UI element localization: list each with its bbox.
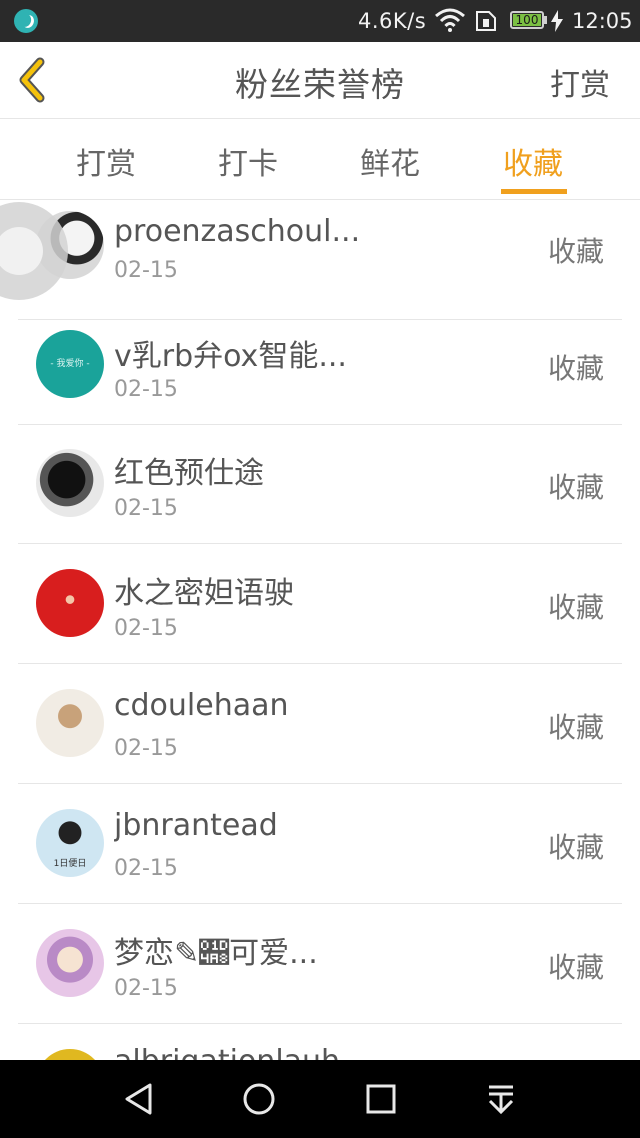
back-triangle-icon[interactable] (122, 1082, 156, 1116)
avatar (36, 929, 104, 997)
home-circle-icon[interactable] (242, 1082, 276, 1116)
user-name: jbnrantead (114, 808, 278, 843)
notification-pull-down-icon[interactable] (484, 1082, 518, 1116)
avatar (36, 449, 104, 517)
sim-icon (476, 11, 496, 31)
tab-bar: 打赏 打卡 鲜花 收藏 (0, 119, 640, 200)
network-speed: 4.6K/s (358, 9, 427, 33)
favorite-label[interactable]: 收藏 (548, 466, 604, 506)
tab-checkin[interactable]: 打卡 (198, 139, 298, 183)
list-item[interactable]: - 我爱你 - v乳rb弁ox智能... 02-15 收藏 (18, 305, 622, 425)
battery-icon: 100 (510, 11, 544, 29)
header: 粉丝荣誉榜 打赏 (0, 42, 640, 119)
date: 02-15 (114, 258, 178, 283)
user-name: albrigationlauh (114, 1044, 340, 1060)
favorite-label[interactable]: 收藏 (548, 347, 604, 387)
user-name: 梦恋✎𝒨可爱... (114, 936, 318, 971)
list-item[interactable]: cdoulehaan 02-15 收藏 (18, 664, 622, 784)
list-item[interactable]: albrigationlauh (18, 1024, 622, 1060)
user-name: 水之密妲语驶 (114, 576, 294, 611)
clock: 12:05 (572, 9, 633, 33)
list-item[interactable]: 水之密妲语驶 02-15 收藏 (18, 544, 622, 664)
avatar (36, 689, 104, 757)
user-name: v乳rb弁ox智能... (114, 339, 347, 374)
app-notification-icon (14, 9, 38, 33)
user-name: proenzaschoul... (114, 214, 361, 249)
avatar: - 我爱你 - (36, 330, 104, 398)
tab-flowers[interactable]: 鲜花 (340, 139, 440, 183)
favorite-label[interactable]: 收藏 (548, 946, 604, 986)
navigation-bar (0, 1060, 640, 1138)
tab-reward[interactable]: 打赏 (56, 139, 156, 183)
date: 02-15 (114, 976, 178, 1001)
avatar (36, 569, 104, 637)
user-name: cdoulehaan (114, 688, 289, 723)
list-item[interactable]: proenzaschoul... 02-15 收藏 (18, 200, 622, 320)
user-name: 红色预仕途 (114, 456, 264, 491)
list-item[interactable]: 梦恋✎𝒨可爱... 02-15 收藏 (18, 904, 622, 1024)
wifi-icon (435, 8, 465, 32)
charging-icon (551, 10, 563, 32)
recents-square-icon[interactable] (364, 1082, 398, 1116)
avatar: 1日便日 (36, 809, 104, 877)
date: 02-15 (114, 616, 178, 641)
date: 02-15 (114, 496, 178, 521)
reward-button[interactable]: 打赏 (550, 60, 610, 104)
favorite-label[interactable]: 收藏 (548, 706, 604, 746)
battery-cap (544, 16, 547, 24)
avatar (36, 1049, 104, 1060)
date: 02-15 (114, 377, 178, 402)
date: 02-15 (114, 736, 178, 761)
status-bar: 4.6K/s 100 12:05 (0, 0, 640, 42)
favorite-label[interactable]: 收藏 (548, 826, 604, 866)
active-tab-indicator (501, 189, 567, 194)
list-item[interactable]: 1日便日 jbnrantead 02-15 收藏 (18, 784, 622, 904)
favorite-label[interactable]: 收藏 (548, 586, 604, 626)
page-title: 粉丝荣誉榜 (235, 65, 405, 104)
battery-level: 100 (513, 14, 541, 26)
favorite-label[interactable]: 收藏 (548, 230, 604, 270)
fan-list: proenzaschoul... 02-15 收藏 - 我爱你 - v乳rb弁o… (0, 200, 640, 1060)
date: 02-15 (114, 856, 178, 881)
list-item[interactable]: 红色预仕途 02-15 收藏 (18, 424, 622, 544)
tab-favorites[interactable]: 收藏 (483, 139, 583, 183)
